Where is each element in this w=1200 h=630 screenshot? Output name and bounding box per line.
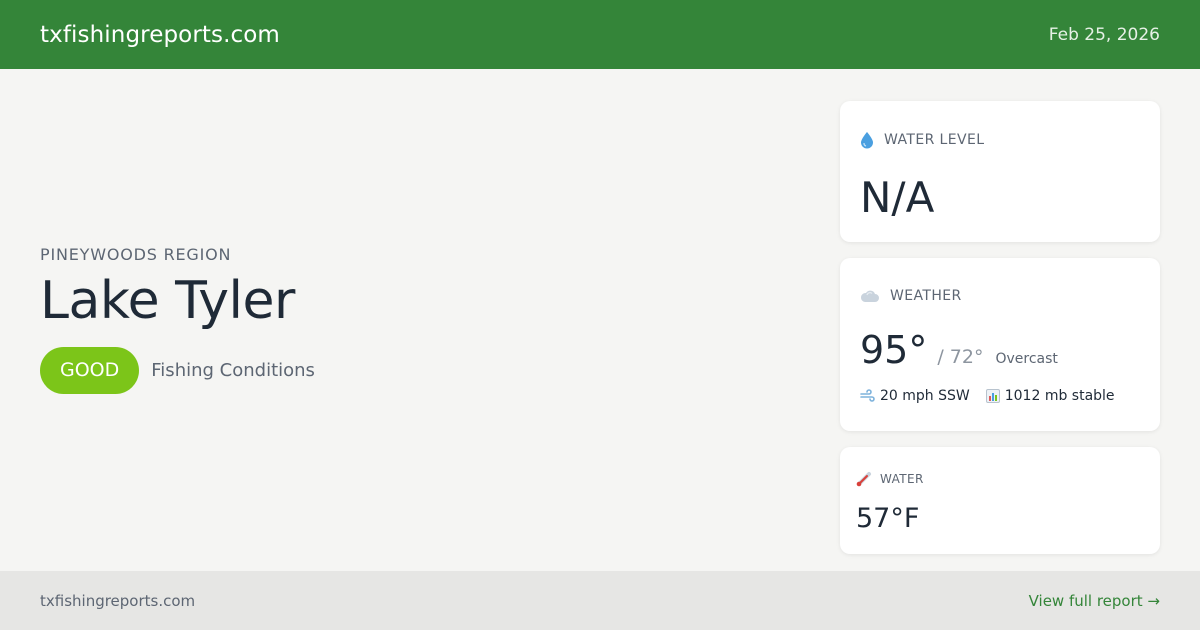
- region-label: PINEYWOODS REGION: [40, 245, 232, 264]
- footer-brand: txfishingreports.com: [40, 591, 196, 610]
- rating-badge: GOOD: [40, 346, 140, 394]
- wind-value: 20 mph SSW: [880, 388, 970, 404]
- wind-info: 20 mph SSW: [860, 388, 970, 404]
- water-temp-label: WATER: [880, 472, 924, 486]
- site-footer: txfishingreports.com View full report →: [0, 571, 1200, 630]
- thermometer-icon: [856, 471, 872, 487]
- water-level-card: WATER LEVEL N/A: [840, 101, 1160, 242]
- site-header: txfishingreports.com Feb 25, 2026: [0, 0, 1200, 69]
- water-level-value: N/A: [860, 173, 935, 222]
- water-level-header: WATER LEVEL: [860, 131, 984, 149]
- pressure-info: 1012 mb stable: [985, 388, 1115, 404]
- lake-summary: PINEYWOODS REGION Lake Tyler GOOD Fishin…: [40, 245, 740, 394]
- weather-card: WEATHER 95° / 72° Overcast 20 mph SSW 10…: [840, 258, 1160, 431]
- cloud-icon: [860, 288, 880, 304]
- weather-header: WEATHER: [860, 288, 962, 304]
- view-full-report-link[interactable]: View full report →: [1029, 592, 1160, 610]
- water-level-label: WATER LEVEL: [884, 132, 985, 148]
- weather-condition: Overcast: [995, 351, 1058, 367]
- wind-icon: [860, 389, 875, 403]
- conditions-row: GOOD Fishing Conditions: [40, 346, 740, 394]
- site-brand[interactable]: txfishingreports.com: [40, 22, 280, 48]
- bar-chart-icon: [985, 389, 1000, 403]
- rating-label: Fishing Conditions: [151, 359, 315, 381]
- pressure-value: 1012 mb stable: [1004, 388, 1115, 404]
- water-temp-value: 57°F: [856, 503, 920, 534]
- temperature-row: 95° / 72° Overcast: [860, 328, 1058, 372]
- water-temp-card: WATER 57°F: [840, 447, 1160, 554]
- weather-label: WEATHER: [890, 288, 962, 304]
- report-date: Feb 25, 2026: [1048, 24, 1160, 45]
- water-temp-header: WATER: [856, 471, 924, 487]
- water-drop-icon: [860, 131, 874, 149]
- low-temp: / 72°: [937, 346, 984, 368]
- weather-meta: 20 mph SSW 1012 mb stable: [860, 388, 1131, 404]
- high-temp: 95°: [860, 328, 928, 372]
- lake-title: Lake Tyler: [40, 271, 295, 331]
